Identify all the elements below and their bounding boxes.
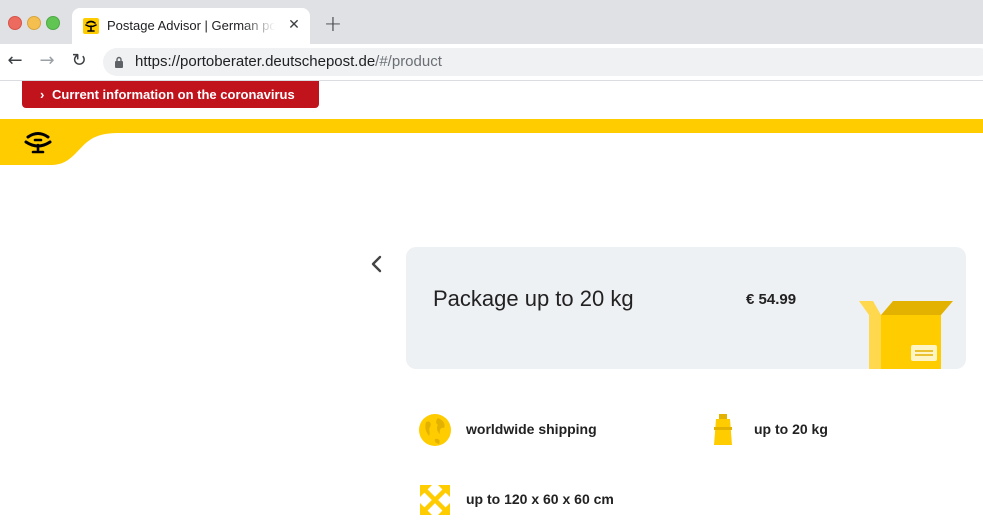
window-maximize-button[interactable] xyxy=(46,16,60,30)
dimensions-arrows-icon xyxy=(419,484,451,516)
product-title: Package up to 20 kg xyxy=(433,286,634,311)
weight-icon xyxy=(714,414,732,445)
coronavirus-info-button[interactable]: › Current information on the coronavirus xyxy=(22,81,319,108)
post-horn-favicon-icon xyxy=(83,18,99,34)
url-host: https://portoberater.deutschepost.de xyxy=(135,53,376,70)
package-box-icon xyxy=(859,301,953,369)
browser-tab-active[interactable]: Postage Advisor | German postage ✕ xyxy=(72,8,310,44)
window-close-button[interactable] xyxy=(8,16,22,30)
chevron-right-icon: › xyxy=(40,87,45,102)
reload-icon[interactable]: ↻ xyxy=(68,50,90,72)
forward-arrow-icon[interactable]: → xyxy=(36,50,58,72)
url-text: https://portoberater.deutschepost.de/#/p… xyxy=(135,53,442,70)
tab-title: Postage Advisor | German postage xyxy=(107,18,275,33)
lock-icon xyxy=(115,56,123,68)
address-bar[interactable]: https://portoberater.deutschepost.de/#/p… xyxy=(103,48,983,76)
product-card[interactable]: Package up to 20 kg € 54.99 xyxy=(406,247,966,369)
product-price: € 54.99 xyxy=(746,291,797,308)
deutsche-post-logo-icon[interactable] xyxy=(24,131,52,155)
back-chevron-icon[interactable] xyxy=(366,253,388,275)
coronavirus-info-label: Current information on the coronavirus xyxy=(52,87,295,102)
back-arrow-icon[interactable]: ← xyxy=(4,50,26,72)
feature-label: up to 20 kg xyxy=(754,421,828,437)
browser-toolbar: ← → ↻ https://portoberater.deutschepost.… xyxy=(0,44,983,81)
feature-label: up to 120 x 60 x 60 cm xyxy=(466,491,614,507)
new-tab-button[interactable]: + xyxy=(322,14,344,36)
window-minimize-button[interactable] xyxy=(27,16,41,30)
feature-label: worldwide shipping xyxy=(466,421,597,437)
browser-tab-bar: Postage Advisor | German postage ✕ + xyxy=(0,0,983,44)
globe-icon xyxy=(419,414,451,446)
tab-close-icon[interactable]: ✕ xyxy=(286,17,302,33)
header-yellow-band xyxy=(0,119,983,165)
url-path: /#/product xyxy=(375,53,442,70)
